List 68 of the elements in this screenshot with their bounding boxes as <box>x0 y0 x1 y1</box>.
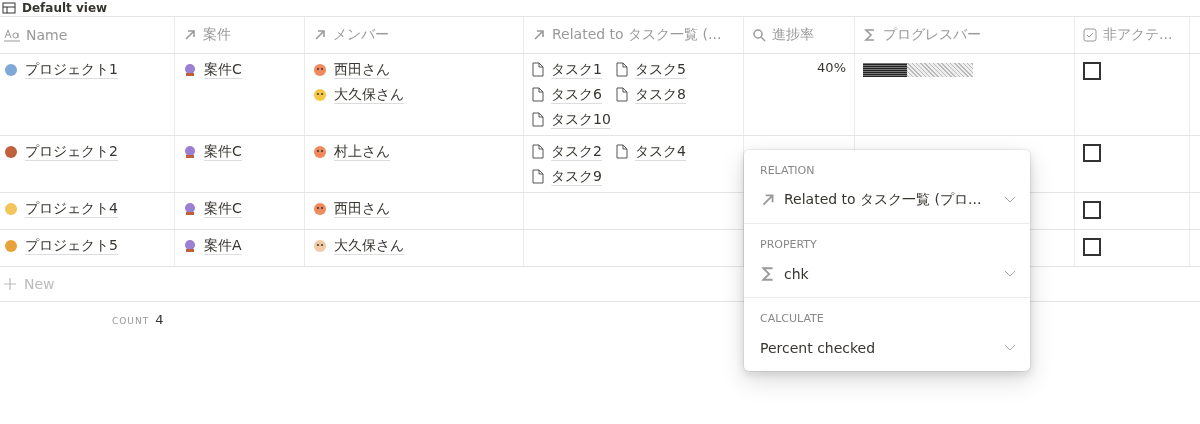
crystal-ball-icon <box>183 238 197 253</box>
select-value: Percent checked <box>760 340 877 356</box>
select-value: Related to タスク一覧 (プロ... <box>784 191 983 209</box>
page-link[interactable]: プロジェクト2 <box>25 142 118 161</box>
chevron-down-icon <box>1004 270 1016 278</box>
task-link[interactable]: タスク5 <box>634 60 686 79</box>
member-link[interactable]: 大久保さん <box>334 85 404 104</box>
chevron-down-icon <box>1004 196 1016 204</box>
face-icon <box>313 238 327 253</box>
page-link[interactable]: プロジェクト1 <box>25 60 118 79</box>
text-type-icon <box>4 28 20 42</box>
page-icon <box>615 144 628 159</box>
checkbox-type-icon <box>1083 28 1097 42</box>
percent-value: 40% <box>817 60 846 77</box>
chevron-down-icon <box>1004 344 1016 352</box>
member-link[interactable]: 西田さん <box>334 199 390 218</box>
task-link[interactable]: タスク1 <box>551 60 602 79</box>
select-dropdown[interactable]: Percent checked <box>760 337 1016 359</box>
page-icon <box>615 62 628 77</box>
face-icon <box>313 201 327 216</box>
task-link[interactable]: タスク4 <box>634 142 686 161</box>
checkbox[interactable] <box>1083 201 1101 219</box>
section-label: PROPERTY <box>760 238 818 251</box>
arrow-icon <box>313 28 327 42</box>
page-icon <box>532 169 544 184</box>
page-icon <box>615 87 628 102</box>
face-icon <box>313 87 327 102</box>
page-icon <box>532 62 544 77</box>
checkbox[interactable] <box>1083 144 1101 162</box>
task-link[interactable]: タスク6 <box>551 85 602 104</box>
page-link[interactable]: プロジェクト5 <box>25 236 118 255</box>
checkbox[interactable] <box>1083 62 1101 80</box>
search-icon <box>752 28 766 42</box>
member-link[interactable]: 西田さん <box>334 60 390 79</box>
section-label: CALCULATE <box>760 312 825 325</box>
sigma-icon <box>760 266 776 282</box>
crystal-ball-icon <box>183 201 197 216</box>
crystal-ball-icon <box>183 144 197 159</box>
arrow-icon <box>183 28 197 42</box>
task-link[interactable]: タスク8 <box>634 85 686 104</box>
face-icon <box>313 144 327 159</box>
sigma-icon <box>863 28 877 42</box>
checkbox[interactable] <box>1083 238 1101 256</box>
task-link[interactable]: タスク9 <box>551 167 602 186</box>
face-icon <box>313 62 327 77</box>
page-icon <box>532 87 544 102</box>
select-dropdown[interactable]: Related to タスク一覧 (プロ... <box>760 189 1016 211</box>
count-label: COUNT <box>112 316 150 326</box>
table-icon <box>2 2 16 14</box>
select-value: chk <box>784 266 810 282</box>
arrow-icon <box>760 192 776 208</box>
view-title[interactable]: Default view <box>22 1 108 15</box>
case-link[interactable]: 案件A <box>204 236 242 255</box>
count-value: 4 <box>155 312 164 327</box>
page-icon <box>532 112 544 127</box>
arrow-icon <box>532 28 546 42</box>
task-link[interactable]: タスク2 <box>551 142 602 161</box>
case-link[interactable]: 案件C <box>204 199 242 218</box>
crystal-ball-icon <box>183 62 197 77</box>
case-link[interactable]: 案件C <box>204 142 242 161</box>
member-link[interactable]: 村上さん <box>334 142 390 161</box>
page-link[interactable]: プロジェクト4 <box>25 199 118 218</box>
page-icon <box>532 144 544 159</box>
section-label: RELATION <box>760 164 816 177</box>
member-link[interactable]: 大久保さん <box>334 236 404 255</box>
plus-icon <box>4 278 16 290</box>
task-link[interactable]: タスク10 <box>551 110 611 129</box>
case-link[interactable]: 案件C <box>204 60 242 79</box>
